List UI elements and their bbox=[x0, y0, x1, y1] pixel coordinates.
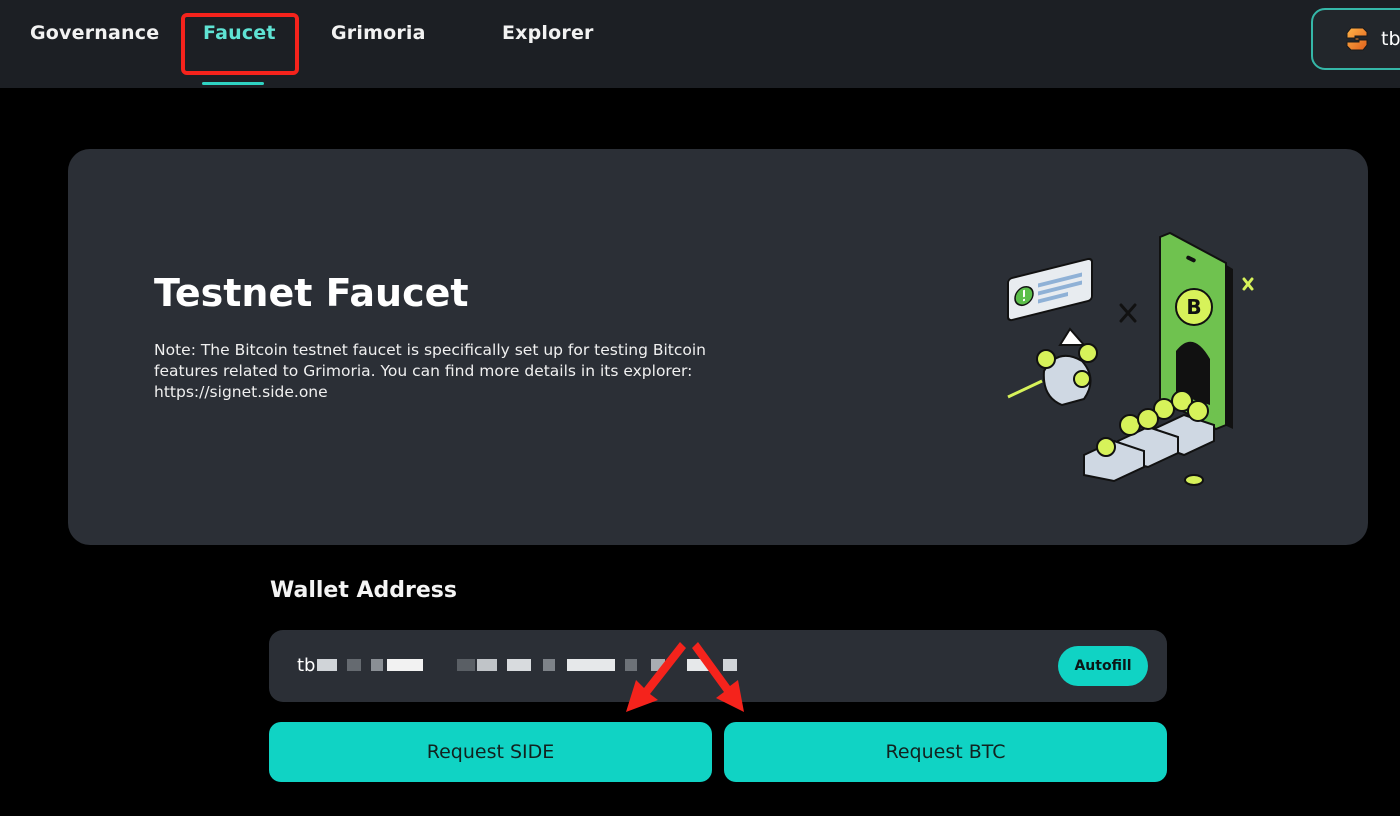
nav-item-faucet[interactable]: Faucet bbox=[203, 22, 276, 44]
autofill-button[interactable]: Autofill bbox=[1058, 646, 1148, 686]
bitcoin-mining-illustration: B bbox=[1007, 231, 1254, 486]
page-title: Testnet Faucet bbox=[154, 271, 469, 315]
faucet-note: Note: The Bitcoin testnet faucet is spec… bbox=[154, 341, 706, 401]
request-btc-button[interactable]: Request BTC bbox=[724, 722, 1167, 782]
nav-item-governance[interactable]: Governance bbox=[30, 22, 159, 44]
active-tab-indicator bbox=[202, 82, 264, 85]
svg-text:B: B bbox=[1186, 295, 1201, 319]
nav-item-grimoria[interactable]: Grimoria bbox=[331, 22, 426, 44]
side-logo-icon bbox=[1346, 27, 1368, 51]
wallet-address-field[interactable]: tb Autofill bbox=[269, 630, 1167, 702]
faucet-hero-card: Testnet Faucet Note: The Bitcoin testnet… bbox=[68, 149, 1368, 545]
wallet-address-label: Wallet Address bbox=[270, 578, 457, 603]
top-navigation: Governance Faucet Grimoria Explorer tb bbox=[0, 0, 1400, 88]
wallet-address-value: tb bbox=[297, 655, 316, 676]
nav-item-explorer[interactable]: Explorer bbox=[502, 22, 594, 44]
wallet-address-short: tb bbox=[1381, 28, 1400, 50]
wallet-account-button[interactable]: tb bbox=[1311, 8, 1400, 70]
request-side-button[interactable]: Request SIDE bbox=[269, 722, 712, 782]
